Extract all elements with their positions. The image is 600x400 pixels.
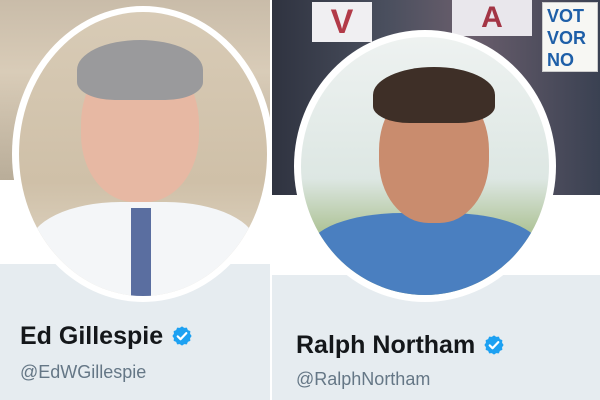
banner-sign-line: NO [547,50,574,70]
display-name[interactable]: Ralph Northam [296,330,475,360]
verified-badge-icon [172,326,192,346]
banner-sign-line: VOT [547,6,585,26]
avatar-hair [373,67,495,123]
username-handle[interactable]: @RalphNortham [296,368,430,390]
avatar-hair [77,40,203,100]
avatar[interactable] [19,12,267,296]
avatar-shirt [309,213,541,295]
display-name-row: Ralph Northam [296,330,505,360]
profile-card-ralph-northam: V A VOT VOR NO Ralph Northam @RalphNorth… [272,0,600,400]
verified-badge-icon [484,335,504,355]
banner-sign-line: VOR [547,28,587,48]
avatar-tie [131,208,151,296]
banner-vote-sign: VOT VOR NO [542,2,598,72]
display-name[interactable]: Ed Gillespie [20,321,163,351]
banner-sign: A [452,0,532,36]
banner-sign: V [312,2,372,42]
profile-card-ed-gillespie: Ed Gillespie @EdWGillespie [0,0,270,400]
avatar[interactable] [301,37,549,295]
username-handle[interactable]: @EdWGillespie [20,361,146,383]
display-name-row: Ed Gillespie [20,321,193,351]
